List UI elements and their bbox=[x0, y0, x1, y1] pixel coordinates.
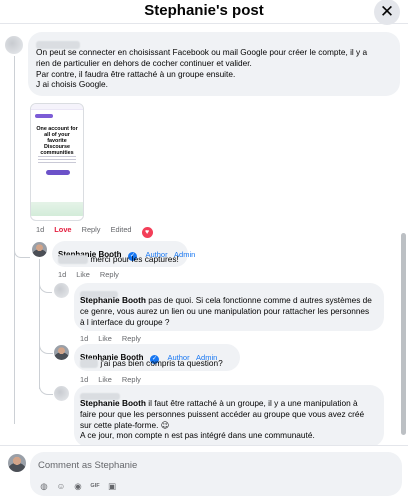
close-icon[interactable]: ✕ bbox=[374, 0, 400, 25]
reply-bubble: Stephanie Booth il faut être rattaché à … bbox=[74, 385, 384, 445]
thread-line bbox=[39, 259, 40, 389]
reply-text: il faut être rattaché à un groupe, il y … bbox=[148, 398, 358, 408]
comment-time: 1d bbox=[80, 375, 89, 384]
avatar[interactable] bbox=[54, 386, 69, 401]
reply-text: faire pour que les personnes puissent ac… bbox=[80, 408, 365, 419]
thread-line bbox=[14, 56, 15, 424]
camera-icon[interactable]: ◉ bbox=[72, 480, 84, 492]
avatar[interactable] bbox=[8, 454, 26, 472]
comment-composer: Comment as Stephanie ◍ ☺ ◉ GIF ▣ bbox=[0, 445, 408, 500]
thread-curve bbox=[39, 284, 52, 293]
dialog-title: Stephanie's post bbox=[144, 2, 264, 19]
avatar[interactable] bbox=[5, 36, 23, 54]
reply-text: ce genre, vous aurez un lien ou une mani… bbox=[80, 305, 370, 316]
like-button[interactable]: Like bbox=[98, 334, 112, 343]
reply-text: merci pour les captures! bbox=[90, 254, 179, 264]
reply-actions: 1d Like Reply bbox=[80, 334, 149, 343]
comment-time: 1d bbox=[36, 225, 45, 234]
reply-button[interactable]: Reply bbox=[100, 270, 119, 279]
sticker-icon[interactable]: ◍ bbox=[38, 480, 50, 492]
reply-actions: 1d Like Reply bbox=[80, 375, 149, 384]
comment-input[interactable]: Comment as Stephanie ◍ ☺ ◉ GIF ▣ bbox=[30, 452, 402, 496]
reply-text: j'ai pas bien compris ta question? bbox=[100, 358, 223, 368]
emoji-icon[interactable]: ☺ bbox=[55, 480, 67, 492]
thread-curve bbox=[14, 251, 30, 258]
attached-screenshot[interactable]: One account for all of your favorite Dis… bbox=[30, 103, 84, 221]
gif-icon[interactable]: GIF bbox=[89, 480, 101, 492]
discourse-logo bbox=[35, 114, 53, 118]
first-comment-actions: 1d Love Reply Edited ♥ bbox=[36, 225, 161, 238]
reply-text: sur cette plate-forme. 😉 bbox=[80, 419, 170, 430]
author-name[interactable]: Stephanie Booth bbox=[80, 398, 146, 408]
thread-curve bbox=[39, 386, 53, 395]
redacted-mention bbox=[80, 359, 98, 369]
reply-button[interactable]: Reply bbox=[122, 375, 141, 384]
comment-line: Par contre, il faudra être rattaché à un… bbox=[36, 68, 236, 79]
post-dialog-header: Stephanie's post ✕ bbox=[0, 0, 408, 25]
scrollbar[interactable] bbox=[401, 233, 406, 435]
comment-placeholder: Comment as Stephanie bbox=[38, 460, 138, 471]
avatar[interactable] bbox=[54, 283, 69, 298]
screenshot-footer bbox=[31, 202, 83, 216]
reply-button[interactable]: Reply bbox=[82, 225, 101, 234]
reply-bubble: Stephanie Booth ✓ Author Admin j'ai pas … bbox=[74, 344, 240, 371]
reply-text: pas de quoi. Si cela fonctionne comme d … bbox=[148, 295, 372, 305]
comment-time: 1d bbox=[58, 270, 67, 279]
like-button[interactable]: Like bbox=[76, 270, 90, 279]
author-name[interactable]: Stephanie Booth bbox=[80, 295, 146, 305]
reply-text: A ce jour, mon compte n est pas intégré … bbox=[80, 430, 315, 441]
love-reaction-icon[interactable]: ♥ bbox=[141, 227, 153, 238]
comment-line: J ai choisis Google. bbox=[36, 79, 108, 90]
screenshot-browser-bar bbox=[31, 104, 83, 110]
comments-scroll-area[interactable]: On peut se connecter en choisissant Face… bbox=[0, 25, 408, 445]
reply-bubble: Stephanie Booth ✓ Author Admin merci pou… bbox=[52, 241, 195, 267]
comment-time: 1d bbox=[80, 334, 89, 343]
stamp-icon[interactable]: ▣ bbox=[106, 480, 118, 492]
composer-tools: ◍ ☺ ◉ GIF ▣ bbox=[38, 480, 118, 492]
reply-text: à l interface du groupe ? bbox=[80, 316, 170, 327]
comment-line: On peut se connecter en choisissant Face… bbox=[36, 47, 368, 57]
screenshot-subtext bbox=[38, 156, 76, 164]
comment-line: rien de particulier en dehors de cocher … bbox=[36, 57, 252, 68]
reply-bubble: Stephanie Booth pas de quoi. Si cela fon… bbox=[74, 283, 384, 331]
avatar[interactable] bbox=[32, 242, 47, 257]
love-button[interactable]: Love bbox=[54, 225, 71, 234]
avatar[interactable] bbox=[54, 345, 69, 360]
screenshot-button bbox=[46, 170, 70, 175]
screenshot-headline: One account for all of your favorite Dis… bbox=[36, 126, 78, 156]
reply-actions: 1d Like Reply bbox=[58, 270, 127, 279]
thread-curve bbox=[39, 345, 53, 354]
redacted-mention bbox=[58, 255, 88, 265]
like-button[interactable]: Like bbox=[98, 375, 112, 384]
edited-label: Edited bbox=[110, 225, 132, 234]
first-comment-bubble: On peut se connecter en choisissant Face… bbox=[28, 32, 400, 96]
reply-button[interactable]: Reply bbox=[122, 334, 141, 343]
